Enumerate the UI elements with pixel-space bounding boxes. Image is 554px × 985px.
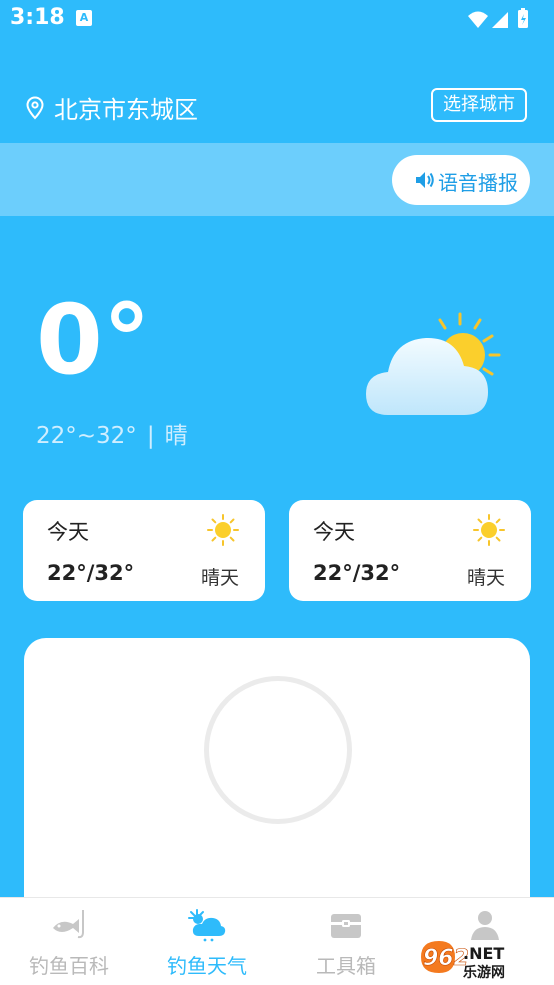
tab-label: 钓鱼百科: [29, 954, 109, 978]
wifi-icon: [468, 11, 488, 28]
tab-label: 钓鱼天气: [167, 954, 247, 978]
forecast-day: 今天: [47, 520, 89, 544]
location-text: 北京市东城区: [54, 96, 198, 124]
forecast-temps: 22°/32°: [47, 561, 135, 585]
tab-fishing-encyclopedia[interactable]: 钓鱼百科: [0, 898, 138, 985]
status-time: 3:18: [10, 5, 65, 30]
sun-icon: [207, 514, 239, 546]
range-separator: |: [146, 423, 155, 449]
loading-spinner: [204, 676, 352, 824]
fish-hook-icon: [53, 910, 84, 939]
status-bar: 3:18 A: [0, 0, 554, 40]
temperature-range: 22°~32°: [36, 423, 137, 449]
location-row: 北京市东城区 选择城市: [0, 86, 554, 130]
select-city-button[interactable]: 选择城市: [431, 88, 527, 122]
weather-icon: [188, 909, 226, 942]
current-temperature: 0°: [36, 284, 151, 396]
temperature-range-line: 22°~32° | 晴: [36, 416, 188, 450]
current-condition: 晴: [164, 423, 188, 449]
voice-broadcast-button[interactable]: 语音播报: [392, 155, 530, 205]
speaker-icon: [416, 172, 434, 188]
tab-toolbox[interactable]: 工具箱: [277, 898, 415, 985]
content-card: [24, 638, 530, 938]
toolbox-icon: [331, 914, 361, 938]
svg-text:乐游网: 乐游网: [463, 964, 505, 981]
tab-label: 工具箱: [316, 954, 376, 978]
forecast-condition: 晴天: [200, 567, 239, 589]
sun-icon: [473, 514, 505, 546]
voice-strip: 语音播报: [0, 143, 554, 216]
forecast-day: 今天: [313, 520, 355, 544]
watermark-logo: 962 .NET 乐游网: [421, 941, 505, 981]
signal-icon: [492, 12, 508, 28]
forecast-condition: 晴天: [466, 567, 505, 589]
tab-fishing-weather[interactable]: 钓鱼天气: [138, 898, 276, 985]
notification-icon: A: [76, 10, 92, 26]
svg-text:.NET: .NET: [463, 944, 504, 963]
status-icons: [468, 8, 528, 28]
forecast-card[interactable]: 今天 22°/32° 晴天: [23, 500, 265, 601]
forecast-card[interactable]: 今天 22°/32° 晴天: [289, 500, 531, 601]
partly-cloudy-icon: [366, 312, 501, 415]
location-pin-icon: [26, 96, 44, 120]
forecast-temps: 22°/32°: [313, 561, 401, 585]
voice-broadcast-label: 语音播报: [438, 171, 518, 195]
